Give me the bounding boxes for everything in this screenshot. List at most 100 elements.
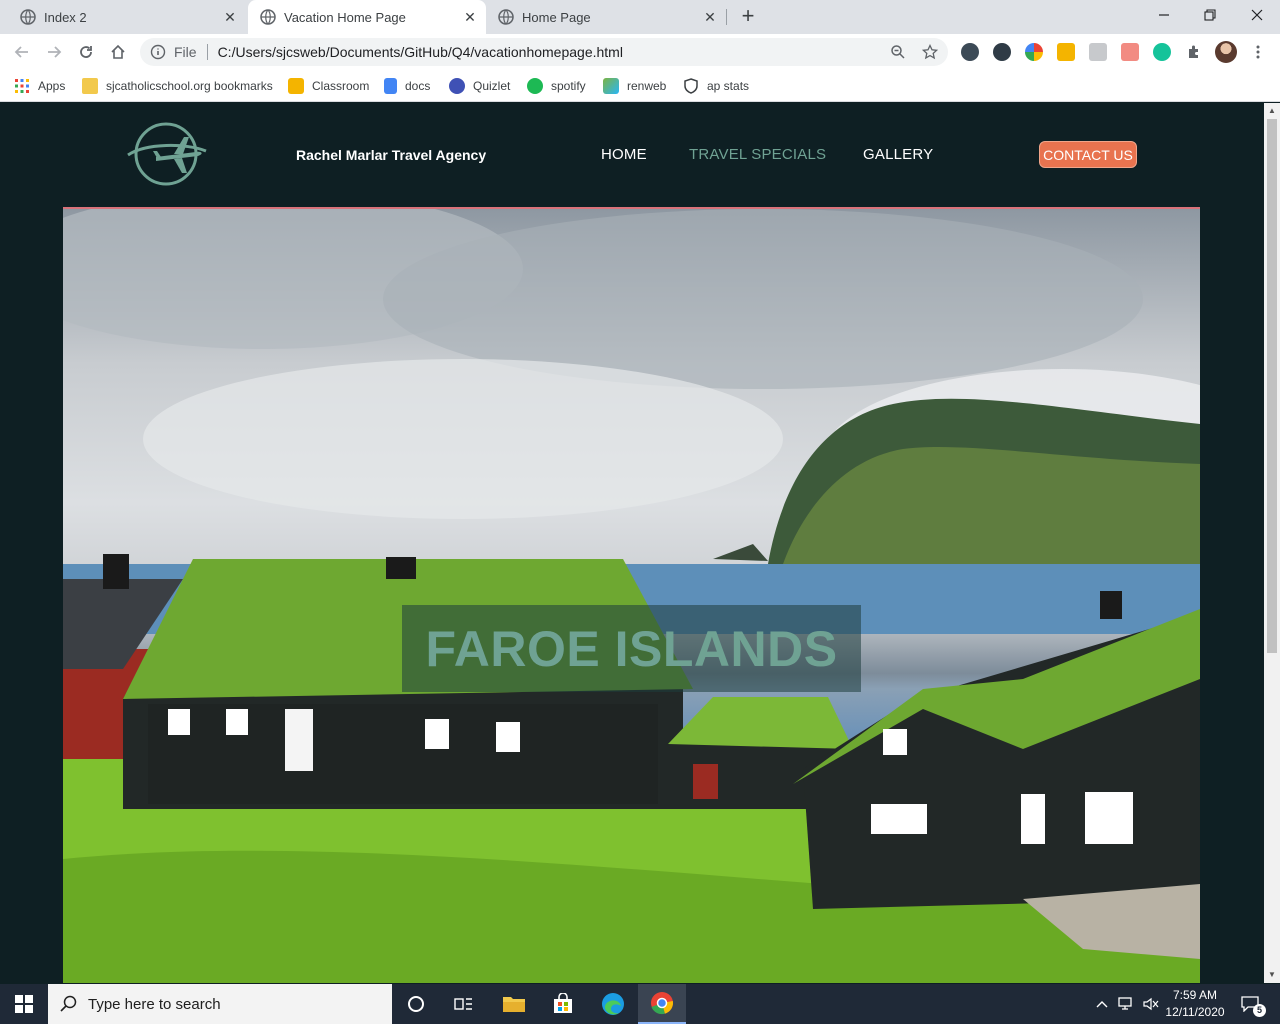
info-icon[interactable] (150, 44, 166, 60)
classroom-icon (288, 78, 304, 94)
chrome-icon (651, 992, 673, 1015)
new-tab-button[interactable]: + (737, 5, 759, 27)
volume-muted-icon (1143, 997, 1159, 1011)
clock-time: 7:59 AM (1172, 988, 1218, 1002)
notification-count-badge: 5 (1253, 1004, 1266, 1017)
quizlet-icon (449, 78, 465, 94)
nav-gallery-link[interactable]: GALLERY (863, 146, 933, 163)
spotify-icon (527, 78, 543, 94)
globe-icon (498, 9, 514, 25)
bookmark-label: renweb (627, 79, 667, 93)
microsoft-store-button[interactable] (539, 984, 587, 1024)
close-icon[interactable]: ✕ (702, 9, 718, 25)
hero-title: FAROE ISLANDS (402, 605, 861, 692)
tab-divider (726, 9, 727, 25)
hero-image-faroe-islands: FAROE ISLANDS (63, 207, 1200, 983)
back-button[interactable] (10, 40, 34, 64)
home-icon (111, 44, 125, 59)
contact-us-button[interactable]: CONTACT US (1039, 141, 1137, 168)
file-explorer-button[interactable] (490, 984, 538, 1024)
network-button[interactable] (1114, 984, 1138, 1024)
close-icon[interactable]: ✕ (462, 9, 478, 25)
extensions-button[interactable] (1184, 42, 1204, 62)
tab-strip: Index 2 ✕ Vacation Home Page ✕ Home Page… (0, 0, 1280, 34)
nav-home-link[interactable]: HOME (601, 146, 647, 163)
nav-travel-specials-link[interactable]: TRAVEL SPECIALS (689, 146, 826, 163)
minimize-icon (1159, 14, 1169, 16)
close-icon[interactable]: ✕ (222, 9, 238, 25)
page-viewport: Rachel Marlar Travel Agency HOME TRAVEL … (0, 103, 1264, 983)
close-window-button[interactable] (1234, 0, 1280, 30)
extension-shield-icon[interactable] (961, 43, 979, 61)
edge-icon (602, 993, 624, 1015)
chevron-up-icon (1096, 1001, 1108, 1008)
search-placeholder: Type here to search (88, 995, 221, 1013)
bookmark-classroom[interactable]: Classroom (288, 76, 369, 96)
bookmark-apps[interactable]: Apps (14, 76, 65, 96)
start-button[interactable] (0, 984, 48, 1024)
url-text[interactable]: C:/Users/sjcsweb/Documents/GitHub/Q4/vac… (218, 44, 623, 60)
chrome-browser-button[interactable] (638, 984, 686, 1024)
zoom-icon (891, 45, 905, 59)
bookmark-docs[interactable]: docs (384, 76, 430, 96)
tab-home-page[interactable]: Home Page ✕ (488, 0, 726, 34)
address-bar[interactable]: File C:/Users/sjcsweb/Documents/GitHub/Q… (140, 38, 948, 66)
restore-button[interactable] (1187, 0, 1233, 30)
scroll-down-arrow-icon[interactable]: ▼ (1264, 967, 1280, 983)
zoom-button[interactable] (888, 42, 908, 62)
bookmark-label: Quizlet (473, 79, 511, 93)
docs-icon (384, 78, 397, 94)
home-button[interactable] (106, 40, 130, 64)
extension-grammarly-icon[interactable] (1153, 43, 1171, 61)
scheme-label: File (174, 44, 197, 60)
renweb-icon (603, 78, 619, 94)
tab-title: Index 2 (44, 9, 87, 25)
bookmark-ap-stats[interactable]: ap stats (683, 76, 749, 96)
bookmark-quizlet[interactable]: Quizlet (449, 76, 510, 96)
hero-landscape-illustration (63, 209, 1200, 983)
cortana-button[interactable] (392, 984, 440, 1024)
show-hidden-icons-button[interactable] (1092, 984, 1112, 1024)
airplane-globe-logo-icon[interactable] (126, 121, 208, 187)
taskbar-clock[interactable]: 7:59 AM 12/11/2020 (1160, 987, 1230, 1021)
bookmark-folder[interactable]: sjcatholicschool.org bookmarks (82, 76, 273, 96)
extension-screencast-icon[interactable] (1121, 43, 1139, 61)
tab-title: Vacation Home Page (284, 9, 406, 25)
task-view-button[interactable] (440, 984, 488, 1024)
page-scrollbar[interactable]: ▲ ▼ (1264, 103, 1280, 983)
bookmark-star-button[interactable] (920, 42, 940, 62)
bookmark-renweb[interactable]: renweb (603, 76, 666, 96)
extension-drive-icon[interactable] (1025, 43, 1043, 61)
windows-logo-icon (15, 995, 33, 1013)
tab-index-2[interactable]: Index 2 ✕ (0, 0, 246, 34)
globe-icon (20, 9, 36, 25)
arrow-right-icon (48, 46, 62, 58)
puzzle-icon (1189, 45, 1198, 58)
apps-grid-icon (15, 79, 29, 93)
minimize-button[interactable] (1141, 0, 1187, 30)
bookmark-label: spotify (551, 79, 586, 93)
tab-vacation-home-page[interactable]: Vacation Home Page ✕ (248, 0, 486, 34)
forward-button[interactable] (42, 40, 66, 64)
extension-shield-icon[interactable] (993, 43, 1011, 61)
action-center-button[interactable]: 5 (1236, 984, 1266, 1024)
menu-button[interactable] (1248, 42, 1268, 62)
extension-cast-icon[interactable] (1089, 43, 1107, 61)
profile-avatar[interactable] (1215, 41, 1237, 63)
volume-button[interactable] (1140, 984, 1162, 1024)
taskbar-search-box[interactable]: Type here to search (48, 984, 392, 1024)
reload-button[interactable] (74, 40, 98, 64)
extension-classroom-icon[interactable] (1057, 43, 1075, 61)
more-vertical-icon (1256, 45, 1260, 59)
scrollbar-thumb[interactable] (1267, 119, 1277, 653)
windows-taskbar: Type here to search 7:59 AM 12/11/2020 5 (0, 984, 1280, 1024)
bookmarks-bar: Apps sjcatholicschool.org bookmarks Clas… (0, 70, 1280, 102)
folder-icon (82, 78, 98, 94)
edge-browser-button[interactable] (589, 984, 637, 1024)
bookmark-spotify[interactable]: spotify (527, 76, 586, 96)
scroll-up-arrow-icon[interactable]: ▲ (1264, 103, 1280, 119)
bookmark-label: Classroom (312, 79, 370, 93)
close-icon (1251, 9, 1263, 21)
folder-icon (503, 997, 525, 1012)
shield-icon (684, 78, 698, 94)
